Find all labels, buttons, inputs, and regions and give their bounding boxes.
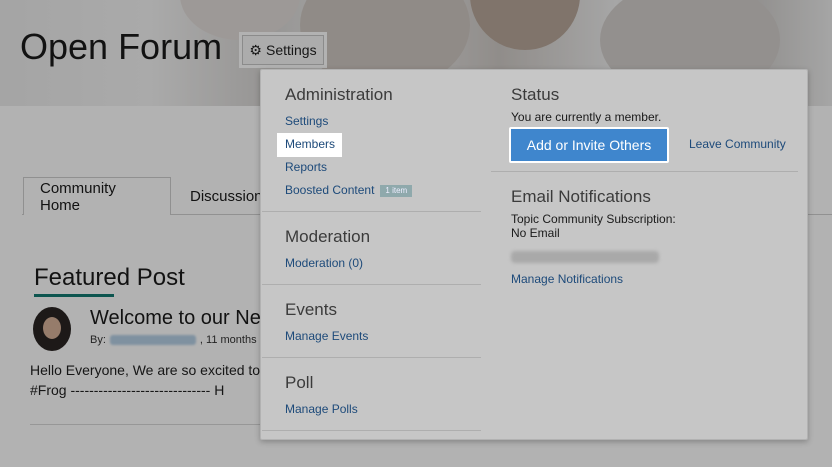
events-heading: Events — [285, 300, 337, 319]
menu-item-reports[interactable]: Reports — [285, 160, 327, 174]
divider — [262, 357, 481, 358]
add-or-invite-button[interactable]: Add or Invite Others — [509, 127, 669, 163]
menu-item-members[interactable]: Members — [285, 137, 335, 151]
subscription-value: No Email — [511, 226, 560, 240]
email-notifications-heading: Email Notifications — [511, 187, 651, 206]
divider — [262, 211, 481, 212]
moderation-heading: Moderation — [285, 227, 371, 246]
divider — [262, 284, 481, 285]
menu-item-moderation[interactable]: Moderation (0) — [285, 256, 363, 270]
manage-notifications-link[interactable]: Manage Notifications — [511, 272, 623, 286]
status-heading: Status — [511, 85, 560, 104]
menu-item-manage-polls[interactable]: Manage Polls — [285, 402, 358, 416]
divider — [262, 430, 481, 431]
menu-item-manage-events[interactable]: Manage Events — [285, 329, 368, 343]
poll-heading: Poll — [285, 373, 314, 392]
subscription-label: Topic Community Subscription: — [511, 212, 676, 226]
email-address-redacted — [511, 251, 659, 263]
divider — [491, 171, 798, 172]
menu-item-boosted-content[interactable]: Boosted Content 1 item — [285, 183, 413, 197]
leave-community-link[interactable]: Leave Community — [689, 137, 786, 151]
menu-item-settings[interactable]: Settings — [285, 114, 328, 128]
membership-status-text: You are currently a member. — [511, 110, 662, 124]
boosted-count-badge: 1 item — [380, 184, 413, 197]
administration-heading: Administration — [285, 85, 393, 104]
